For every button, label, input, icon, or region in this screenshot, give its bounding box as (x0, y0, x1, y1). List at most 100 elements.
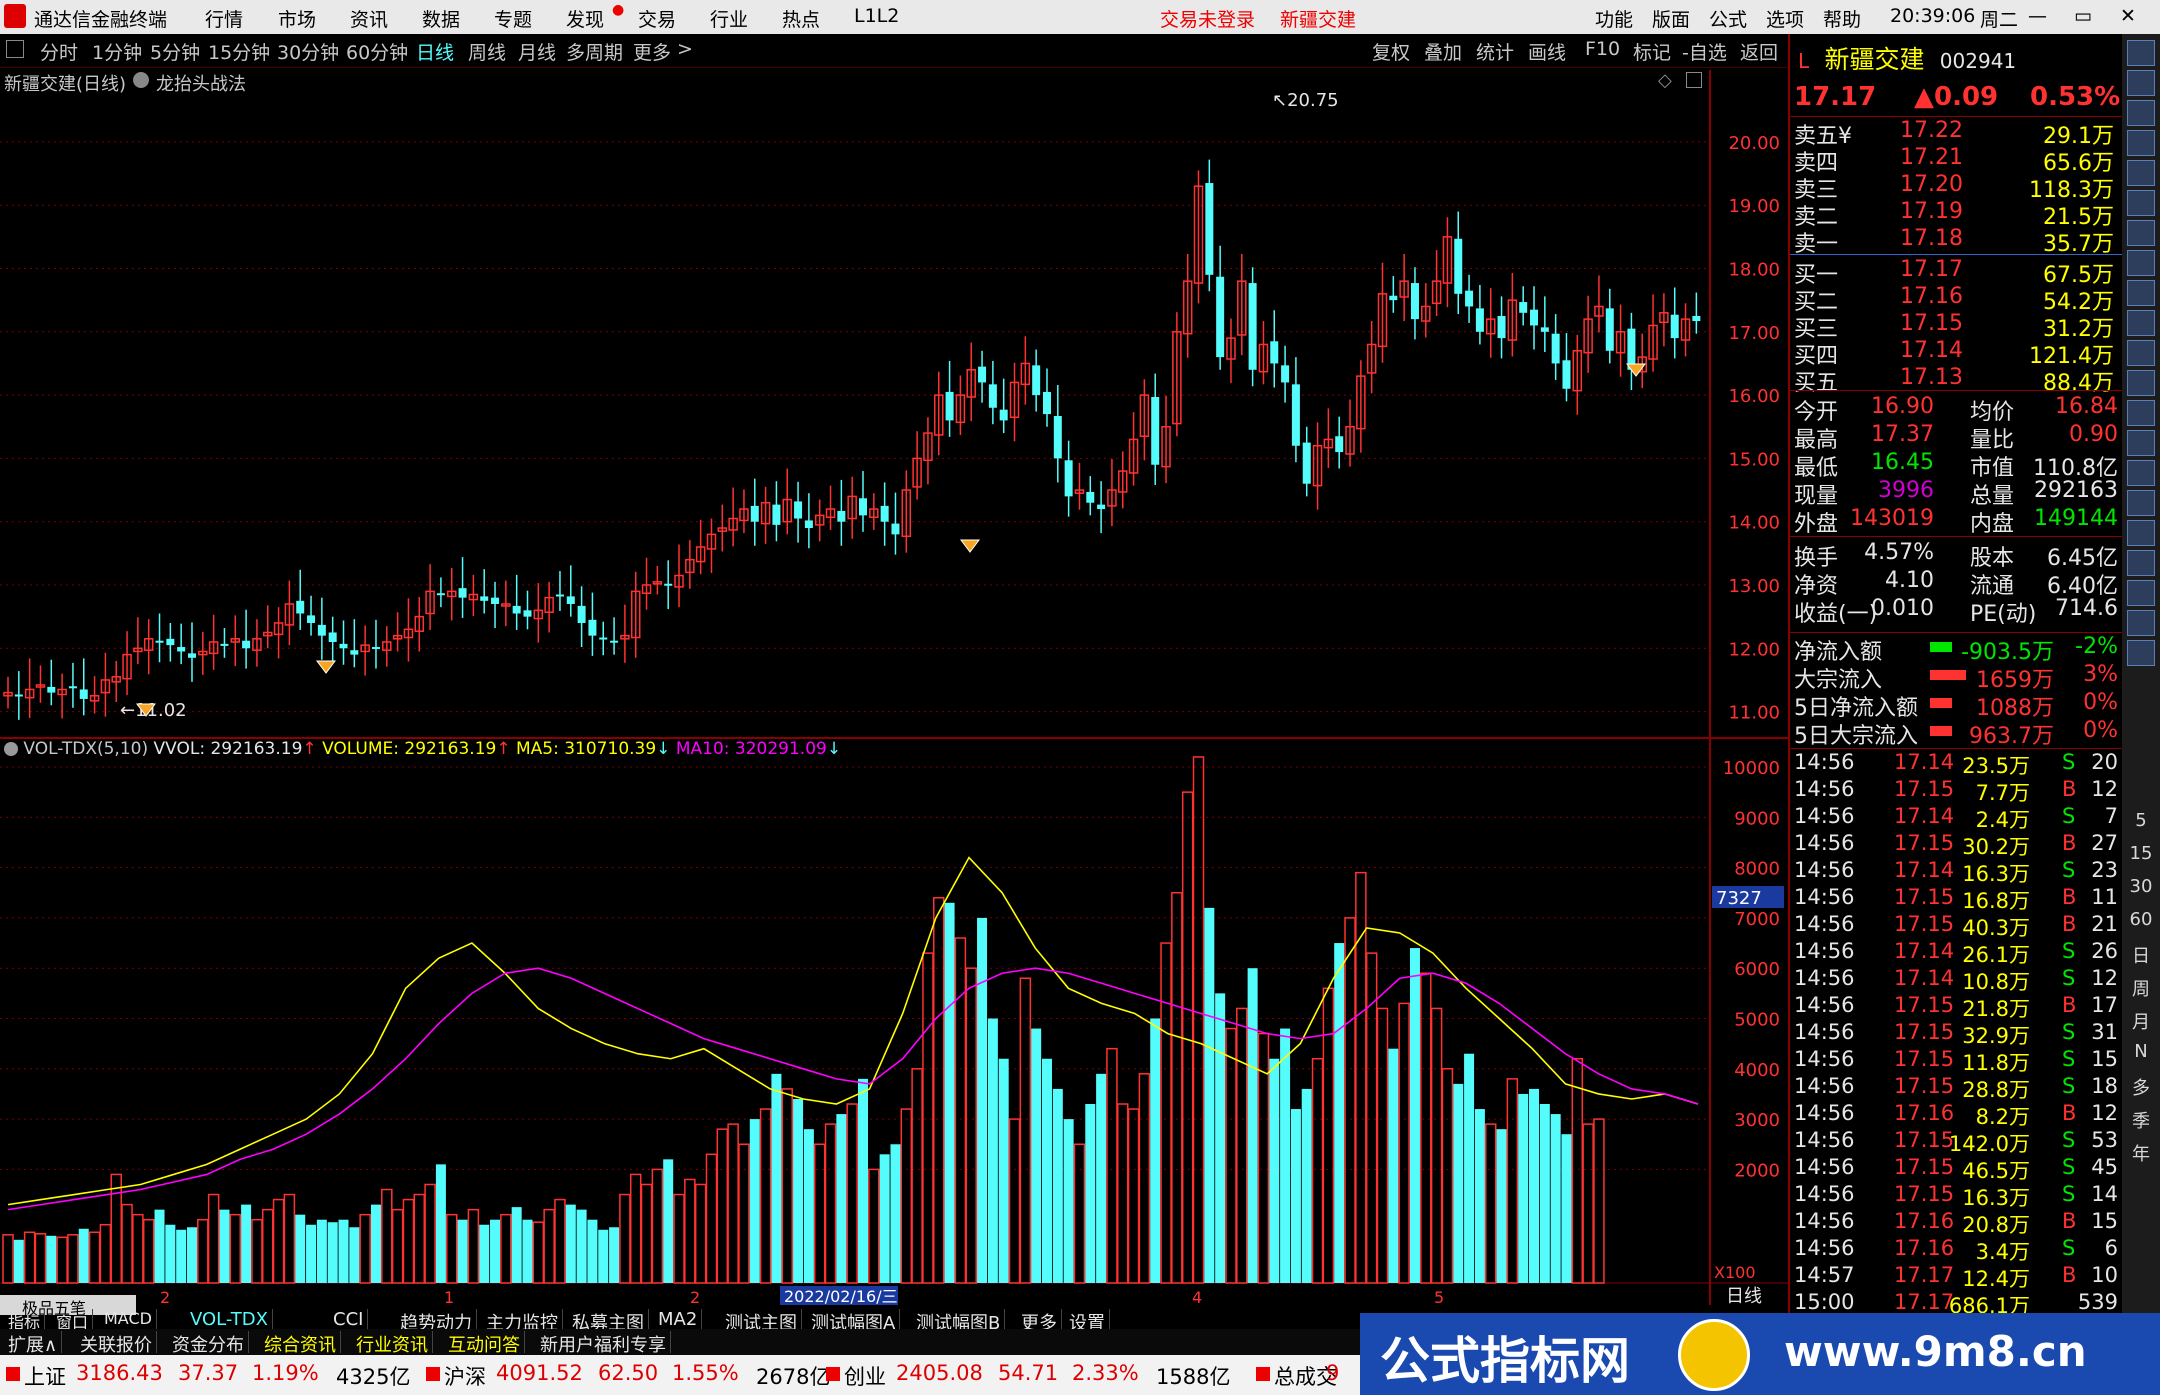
menu-item-jiaoyi[interactable]: 交易 (638, 5, 676, 32)
ask-row[interactable]: 卖五¥ 17.22 29.1万 (1790, 118, 2124, 149)
menu-item-zixun[interactable]: 资讯 (350, 5, 388, 32)
move-icon[interactable] (2127, 550, 2155, 576)
indicator-tab-1[interactable]: 窗口 (52, 1309, 94, 1332)
ext-tab-4[interactable]: 行业资讯 (352, 1331, 433, 1356)
menu-item-shuju[interactable]: 数据 (422, 5, 460, 32)
index-name[interactable]: 创业 (844, 1361, 886, 1391)
grid-icon[interactable] (2127, 130, 2155, 156)
ext-tab-2[interactable]: 资金分布 (168, 1331, 249, 1356)
indicator-tab-13[interactable]: 设置 (1065, 1309, 1110, 1334)
chevron-down-icon[interactable] (2127, 100, 2155, 126)
candle-icon[interactable] (2127, 220, 2155, 246)
period-multi[interactable]: 多周期 (566, 38, 623, 65)
biaoji-button[interactable]: 标记 (1633, 38, 1671, 65)
ask-row[interactable]: 卖二 17.19 21.5万 (1790, 199, 2124, 230)
sidebar-period-5[interactable]: 周 (2122, 975, 2160, 1001)
zixuan-button[interactable]: -自选 (1682, 38, 1727, 65)
bid-row[interactable]: 买二 17.16 54.2万 (1790, 284, 2124, 315)
panel-toggle-icon[interactable] (6, 40, 24, 58)
ext-tab-3[interactable]: 综合资讯 (260, 1331, 341, 1356)
sidebar-period-2[interactable]: 30 (2122, 876, 2160, 897)
menu-item-gongshi[interactable]: 公式 (1709, 5, 1747, 32)
period-1min[interactable]: 1分钟 (92, 38, 142, 65)
menu-item-faxian[interactable]: 发现 (566, 5, 604, 32)
sidebar-period-10[interactable]: 年 (2122, 1140, 2160, 1166)
flag-icon[interactable] (2127, 520, 2155, 546)
index-name[interactable]: 沪深 (444, 1361, 486, 1391)
indicator-tab-8[interactable]: MA2 (654, 1309, 703, 1331)
bid-row[interactable]: 买一 17.17 67.5万 (1790, 257, 2124, 288)
indicator-tab-3[interactable]: VOL-TDX (186, 1309, 273, 1331)
sidebar-period-1[interactable]: 15 (2122, 843, 2160, 864)
sidebar-period-0[interactable]: 5 (2122, 810, 2160, 831)
fs-icon[interactable] (2127, 610, 2155, 636)
trade-login-status[interactable]: 交易未登录 (1160, 5, 1255, 32)
huaxian-button[interactable]: 画线 (1528, 38, 1566, 65)
menu-item-banmian[interactable]: 版面 (1652, 5, 1690, 32)
chart-area[interactable]: 11.00 12.00 13.00 14.00 15.00 16.00 17.00 18.00… (0, 70, 1788, 1305)
period-60min[interactable]: 60分钟 (346, 38, 408, 65)
index-name[interactable]: 上证 (24, 1361, 66, 1391)
ext-tab-1[interactable]: 关联报价 (76, 1331, 157, 1356)
bar-icon[interactable] (2127, 160, 2155, 186)
ext-tab-5[interactable]: 互动问答 (444, 1331, 525, 1356)
heat-icon[interactable] (2127, 340, 2155, 366)
ext-tab-6[interactable]: 新用户福利专享 (536, 1331, 671, 1356)
menu-item-hangye[interactable]: 行业 (710, 5, 748, 32)
menu-item-shichang[interactable]: 市场 (278, 5, 316, 32)
f10-icon[interactable] (2127, 280, 2155, 306)
minimize-icon[interactable]: — (2028, 5, 2047, 27)
vol-settings-icon[interactable] (4, 742, 18, 756)
indicator-tab-12[interactable]: 更多 (1017, 1309, 1062, 1334)
period-weekly[interactable]: 周线 (468, 38, 506, 65)
bid-row[interactable]: 买三 17.15 31.2万 (1790, 311, 2124, 342)
sidebar-period-9[interactable]: 季 (2122, 1107, 2160, 1133)
chevron-up-icon[interactable] (2127, 40, 2155, 66)
list-icon[interactable] (2127, 250, 2155, 276)
indicator-tab-0[interactable]: 指标 (4, 1309, 46, 1332)
menu-item-xuanxiang[interactable]: 选项 (1766, 5, 1804, 32)
indicator-tab-9[interactable]: 测试主图 (721, 1309, 802, 1334)
menu-item-gongneng[interactable]: 功能 (1595, 5, 1633, 32)
sidebar-period-7[interactable]: N (2122, 1041, 2160, 1062)
list-icon[interactable] (2127, 640, 2155, 666)
indicator-tab-7[interactable]: 私募主图 (568, 1309, 649, 1334)
back-button[interactable]: 返回 (1740, 38, 1778, 65)
more-chevron-icon[interactable]: > (677, 38, 693, 60)
period-15min[interactable]: 15分钟 (208, 38, 270, 65)
diejia-button[interactable]: 叠加 (1424, 38, 1462, 65)
period-fenshi[interactable]: 分时 (40, 38, 78, 65)
fuquan-button[interactable]: 复权 (1372, 38, 1410, 65)
close-icon[interactable]: ✕ (2120, 5, 2136, 27)
ask-row[interactable]: 卖一 17.18 35.7万 (1790, 226, 2124, 257)
chart-icon[interactable] (2127, 310, 2155, 336)
menu-item-l1l2[interactable]: L1L2 (854, 5, 899, 27)
chevron-up-icon[interactable] (2127, 70, 2155, 96)
menu-item-hangqing[interactable]: 行情 (205, 5, 243, 32)
period-more[interactable]: 更多 (633, 38, 671, 65)
indicator-tab-10[interactable]: 测试幅图A (807, 1309, 901, 1334)
period-5min[interactable]: 5分钟 (150, 38, 200, 65)
clock-icon[interactable] (2127, 430, 2155, 456)
rsi-icon[interactable] (2127, 490, 2155, 516)
pen-icon[interactable] (2127, 580, 2155, 606)
indicator-tab-5[interactable]: 趋势动力 (396, 1309, 477, 1334)
sidebar-period-8[interactable]: 多 (2122, 1074, 2160, 1100)
ask-row[interactable]: 卖四 17.21 65.6万 (1790, 145, 2124, 176)
indicator-tab-11[interactable]: 测试幅图B (912, 1309, 1006, 1334)
f3-icon[interactable] (2127, 400, 2155, 426)
f2-icon[interactable] (2127, 370, 2155, 396)
line-icon[interactable] (2127, 190, 2155, 216)
bid-row[interactable]: 买四 17.14 121.4万 (1790, 338, 2124, 369)
maximize-icon[interactable]: ▭ (2074, 5, 2092, 27)
period-30min[interactable]: 30分钟 (277, 38, 339, 65)
period-daily[interactable]: 日线 (416, 38, 454, 65)
sidebar-period-6[interactable]: 月 (2122, 1008, 2160, 1034)
menu-item-bangzhu[interactable]: 帮助 (1823, 5, 1861, 32)
menu-item-zhuanti[interactable]: 专题 (494, 5, 532, 32)
sidebar-period-4[interactable]: 日 (2122, 942, 2160, 968)
period-monthly[interactable]: 月线 (518, 38, 556, 65)
bid-row[interactable]: 买五 17.13 88.4万 (1790, 365, 2124, 396)
ask-row[interactable]: 卖三 17.20 118.3万 (1790, 172, 2124, 203)
chart-icon[interactable] (2127, 460, 2155, 486)
